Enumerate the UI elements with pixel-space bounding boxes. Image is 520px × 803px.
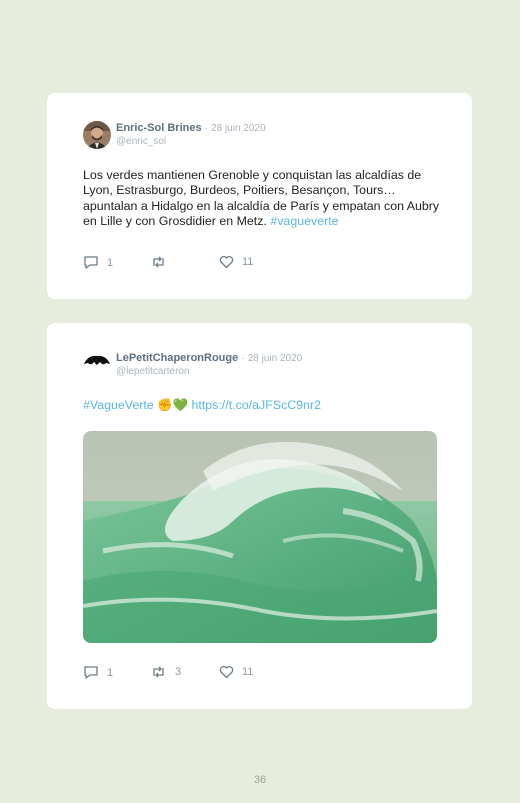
author-handle[interactable]: @enric_sol: [116, 136, 166, 147]
retweet-icon: [153, 666, 164, 678]
avatar[interactable]: [83, 347, 111, 375]
author-line: Enric-Sol Brines · 28 juin 2020: [116, 122, 266, 134]
retweet-button[interactable]: 3: [150, 665, 181, 679]
green-wave-painting-icon: [83, 431, 437, 643]
tweet-body: Los verdes mantienen Grenoble y conquist…: [83, 168, 440, 228]
author-name[interactable]: LePetitChaperonRouge: [116, 352, 238, 364]
url-link[interactable]: https://t.co/aJFScC9nr2: [192, 398, 321, 412]
reply-icon: [84, 256, 98, 269]
like-count: 11: [242, 256, 254, 268]
retweet-button[interactable]: [150, 255, 175, 269]
tweet-card: LePetitChaperonRouge · 28 juin 2020 @lep…: [47, 323, 472, 709]
separator: ·: [241, 353, 245, 364]
separator: ·: [204, 123, 208, 134]
author-handle[interactable]: @lepetitcarteron: [116, 366, 190, 377]
avatar[interactable]: [83, 121, 111, 149]
reply-count: 1: [107, 666, 114, 679]
retweet-icon: [153, 256, 164, 268]
heart-icon: [219, 255, 234, 269]
tweet-date[interactable]: 28 juin 2020: [211, 123, 266, 134]
like-count: 11: [242, 666, 254, 678]
tweet-text: #VagueVerte ✊💚 https://t.co/aJFScC9nr2: [83, 398, 443, 413]
author-name[interactable]: Enric-Sol Brines: [116, 122, 202, 134]
like-button[interactable]: 11: [219, 665, 253, 679]
reply-icon: [84, 666, 98, 679]
emoji: ✊💚: [157, 398, 189, 412]
tweet-card: Enric-Sol Brines · 28 juin 2020 @enric_s…: [47, 93, 472, 299]
person-photo-icon: [83, 121, 111, 149]
reply-button[interactable]: 1: [83, 255, 113, 270]
hat-silhouette-icon: [83, 347, 111, 375]
hashtag-link[interactable]: #VagueVerte: [83, 398, 154, 412]
page-number: 36: [253, 774, 267, 786]
hashtag-link[interactable]: #vagueverte: [270, 214, 338, 228]
tweet-media[interactable]: [83, 431, 437, 643]
heart-icon: [219, 665, 234, 679]
author-line: LePetitChaperonRouge · 28 juin 2020: [116, 352, 302, 364]
retweet-count: 3: [175, 666, 182, 678]
tweet-text: Los verdes mantienen Grenoble y conquist…: [83, 168, 443, 229]
reply-button[interactable]: 1: [83, 665, 113, 680]
reply-count: 1: [107, 256, 114, 269]
like-button[interactable]: 11: [219, 255, 253, 269]
tweet-date[interactable]: 28 juin 2020: [248, 353, 303, 364]
